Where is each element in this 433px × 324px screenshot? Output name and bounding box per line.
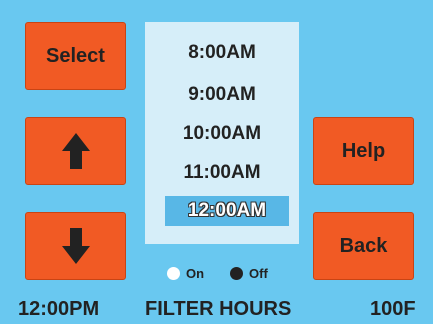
time-list-item[interactable]: 9:00AM	[145, 80, 299, 110]
arrow-up-icon	[61, 133, 90, 169]
time-list-item-selected[interactable]: 12:00AM	[165, 196, 289, 226]
on-indicator-icon	[167, 266, 180, 280]
up-button[interactable]	[25, 117, 126, 185]
legend-off: Off	[230, 262, 268, 284]
legend-on-label: On	[186, 265, 205, 281]
status-time: 12:00PM	[18, 297, 100, 320]
help-button-label: Help	[341, 139, 386, 162]
down-button[interactable]	[25, 212, 126, 280]
back-button-label: Back	[339, 234, 388, 257]
time-list-item[interactable]: 10:00AM	[145, 119, 299, 149]
time-list-item[interactable]: 8:00AM	[145, 38, 299, 68]
help-button[interactable]: Help	[313, 117, 414, 185]
select-button-label: Select	[46, 44, 105, 67]
status-mode: FILTER HOURS	[145, 297, 292, 320]
legend-on: On	[167, 262, 204, 284]
off-indicator-icon	[230, 266, 243, 280]
legend-off-label: Off	[249, 265, 268, 281]
status-temperature: 100F	[370, 297, 416, 320]
back-button[interactable]: Back	[313, 212, 414, 280]
time-list-item[interactable]: 11:00AM	[145, 158, 299, 188]
time-list-panel: 8:00AM 9:00AM 10:00AM 11:00AM 12:00AM	[145, 22, 299, 244]
select-button[interactable]: Select	[25, 22, 126, 90]
arrow-down-icon	[61, 228, 90, 264]
